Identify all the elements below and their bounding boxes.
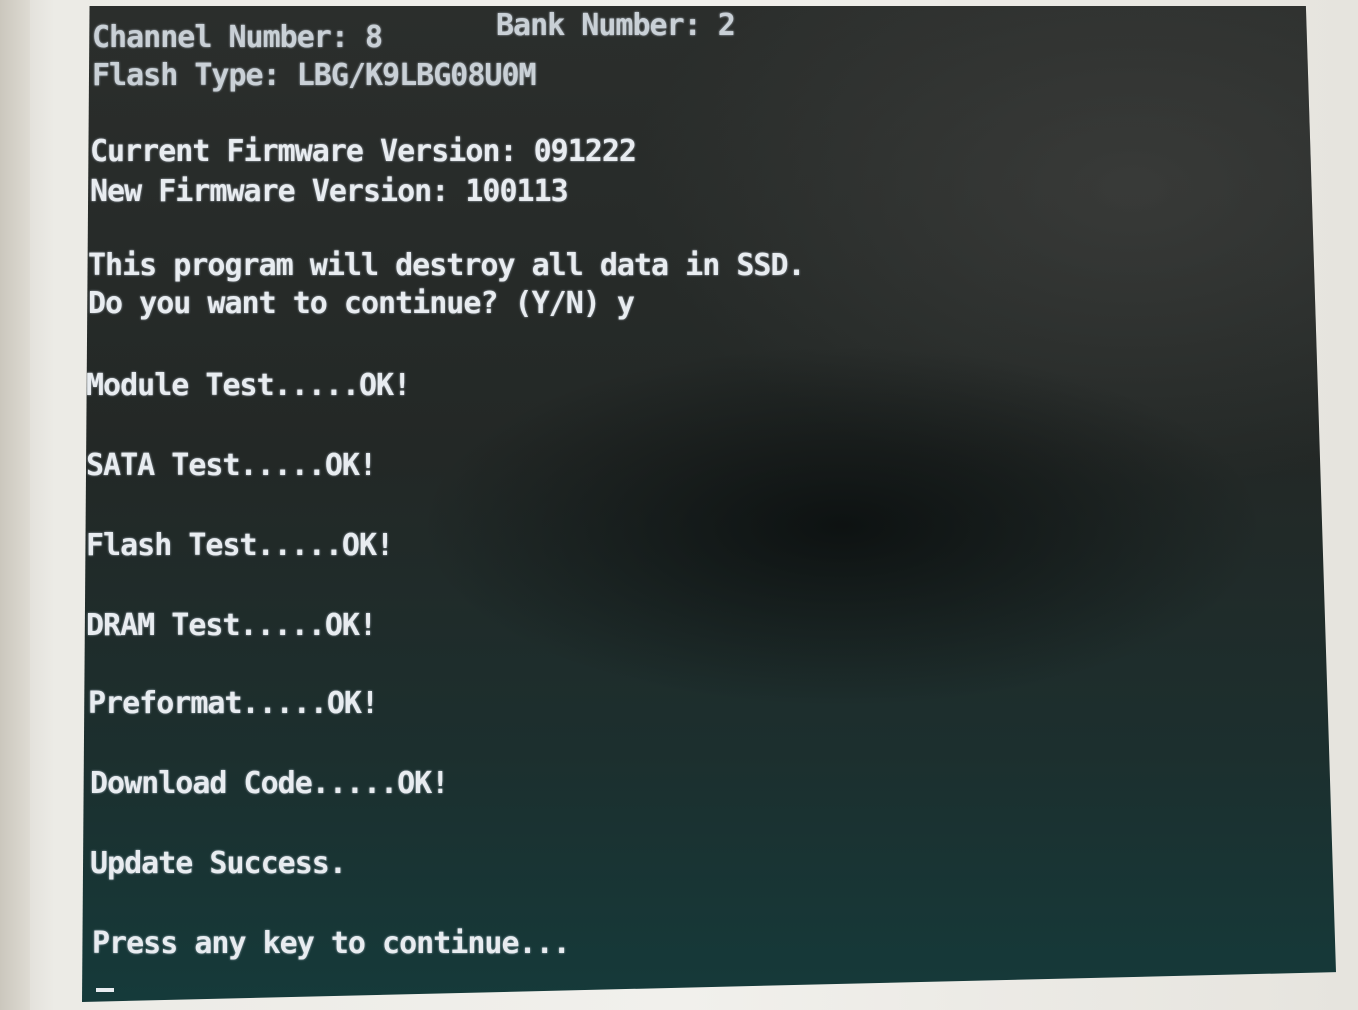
warning-line: This program will destroy all data in SS… bbox=[88, 248, 806, 283]
new-firmware-line: New Firmware Version: 100113 bbox=[90, 174, 569, 209]
monitor-bezel-edge bbox=[0, 0, 30, 1010]
press-any-key-line[interactable]: Press any key to continue... bbox=[92, 926, 571, 962]
monitor-screen: Channel Number: 8 Bank Number: 2 Flash T… bbox=[82, 6, 1336, 1002]
bank-number-line: Bank Number: 2 bbox=[496, 8, 736, 43]
flash-type-line: Flash Type: LBG/K9LBG08U0M bbox=[92, 58, 537, 93]
flash-test-line: Flash Test.....OK! bbox=[86, 528, 394, 563]
dram-test-line: DRAM Test.....OK! bbox=[86, 608, 377, 643]
continue-prompt-line: Do you want to continue? (Y/N) y bbox=[88, 286, 635, 321]
channel-number-line: Channel Number: 8 bbox=[92, 20, 383, 55]
preformat-line: Preformat.....OK! bbox=[88, 686, 379, 721]
download-code-line: Download Code.....OK! bbox=[90, 766, 449, 801]
current-firmware-line: Current Firmware Version: 091222 bbox=[90, 134, 637, 169]
text-cursor bbox=[96, 988, 114, 992]
update-success-line: Update Success. bbox=[90, 846, 347, 881]
module-test-line: Module Test.....OK! bbox=[86, 368, 411, 403]
sata-test-line: SATA Test.....OK! bbox=[86, 448, 377, 483]
